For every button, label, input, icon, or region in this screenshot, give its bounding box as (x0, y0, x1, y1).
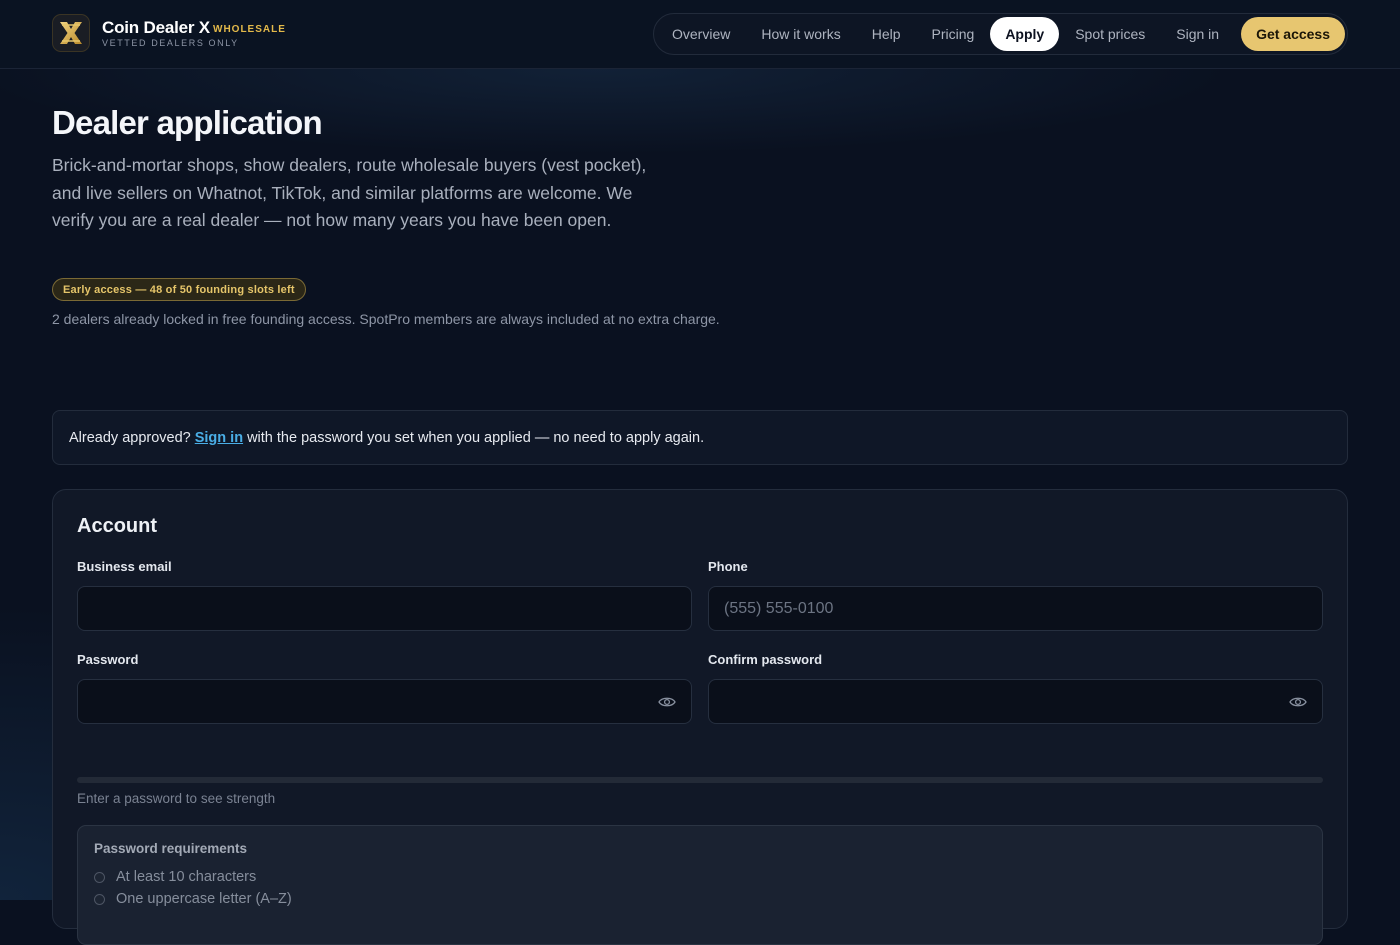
requirement-status-icon (94, 871, 105, 883)
requirement-text: One uppercase letter (A–Z) (116, 891, 292, 907)
requirement-item: At least 10 characters (94, 869, 256, 885)
approved-prefix: Already approved? (69, 429, 191, 446)
requirements-title: Password requirements (94, 841, 248, 856)
founding-slots-badge: Early access — 48 of 50 founding slots l… (52, 278, 306, 301)
email-field[interactable] (77, 586, 692, 631)
requirement-status-icon (94, 893, 105, 905)
phone-label: Phone (708, 559, 748, 574)
approved-suffix: with the password you set when you appli… (247, 429, 705, 446)
get-access-button[interactable]: Get access (1241, 17, 1346, 51)
phone-field[interactable] (708, 586, 1323, 631)
nav-apply[interactable]: Apply (990, 17, 1060, 51)
intro-text: Brick-and-mortar shops, show dealers, ro… (52, 155, 647, 231)
brand-name[interactable]: Coin Dealer X (102, 18, 210, 38)
nav-sign-in[interactable]: Sign in (1161, 17, 1234, 51)
sign-in-link[interactable]: Sign in (195, 430, 243, 446)
show-password-eye-icon[interactable] (658, 694, 676, 710)
confirm-password-field[interactable] (708, 679, 1323, 724)
password-strength-bar (77, 777, 1323, 783)
founding-note: 2 dealers already locked in free foundin… (52, 311, 720, 327)
email-input[interactable] (93, 599, 633, 618)
requirement-text: At least 10 characters (116, 869, 257, 885)
nav-help[interactable]: Help (857, 17, 916, 51)
already-approved-notice: Already approved? Sign in with the passw… (52, 410, 1348, 465)
brand-subtitle: VETTED DEALERS ONLY (102, 38, 239, 48)
nav-overview[interactable]: Overview (657, 17, 745, 51)
email-label: Business email (77, 559, 172, 574)
site-header: Coin Dealer X WHOLESALE VETTED DEALERS O… (0, 0, 1400, 69)
nav-pricing[interactable]: Pricing (917, 17, 990, 51)
account-card: Account Business email Phone Password Co… (52, 489, 1348, 945)
nav-how-it-works[interactable]: How it works (746, 17, 855, 51)
confirm-password-input[interactable] (724, 692, 1264, 711)
brand-logo-icon[interactable] (52, 14, 90, 52)
page-title: Dealer application (52, 104, 323, 141)
account-title: Account (77, 515, 157, 537)
password-input[interactable] (93, 692, 633, 711)
password-strength-text: Enter a password to see strength (77, 791, 276, 806)
brand-tag: WHOLESALE (213, 24, 286, 35)
phone-input[interactable] (724, 599, 1264, 618)
password-label: Password (77, 652, 139, 667)
confirm-password-label: Confirm password (708, 652, 823, 667)
password-requirements: Password requirements At least 10 charac… (77, 825, 1323, 945)
requirement-item: One uppercase letter (A–Z) (94, 891, 292, 907)
main-nav: Overview How it works Help Pricing Apply… (653, 13, 1348, 55)
password-field[interactable] (77, 679, 692, 724)
show-confirm-password-eye-icon[interactable] (1289, 694, 1307, 710)
nav-spot-prices[interactable]: Spot prices (1060, 17, 1160, 51)
